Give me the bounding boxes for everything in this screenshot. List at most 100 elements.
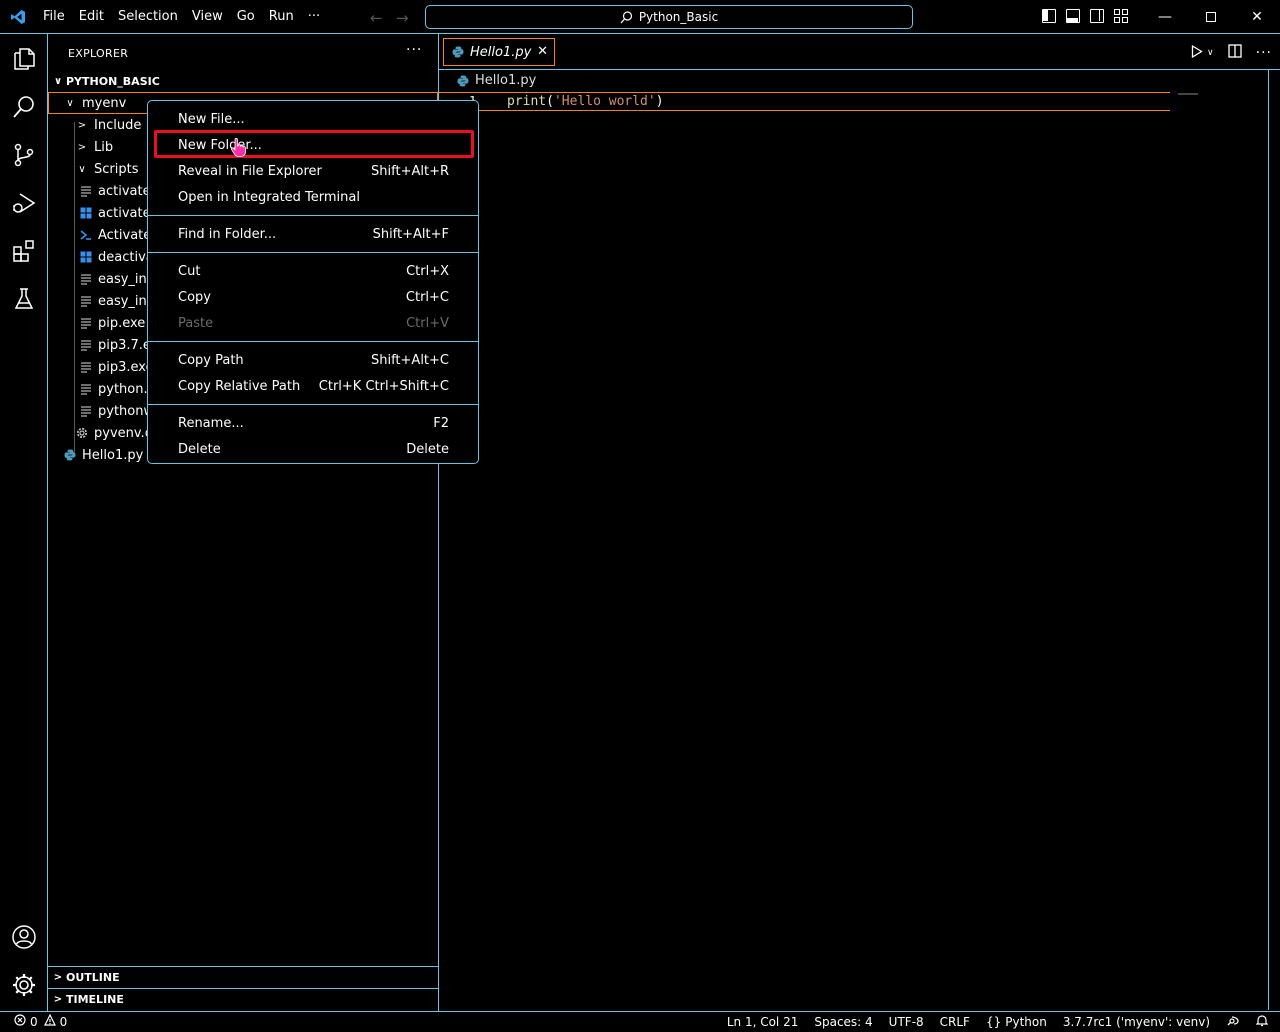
menu-item-copy-path[interactable]: Copy Path Shift+Alt+C xyxy=(148,347,478,373)
extensions-icon[interactable] xyxy=(11,238,37,264)
run-options-chevron-down-icon[interactable]: ∨ xyxy=(1207,48,1214,58)
menu-item-run[interactable]: Run xyxy=(262,0,301,34)
menu-item-label: Copy xyxy=(178,289,211,305)
cursor-position[interactable]: Ln 1, Col 21 xyxy=(727,1015,799,1029)
menu-bar: File Edit Selection View Go Run ··· xyxy=(36,0,327,34)
notifications-bell-icon[interactable] xyxy=(1255,1014,1269,1030)
menu-separator xyxy=(148,341,478,342)
indentation[interactable]: Spaces: 4 xyxy=(814,1015,872,1029)
windows-file-icon xyxy=(78,207,94,219)
menu-item-shortcut: F2 xyxy=(433,415,449,431)
chevron-right-icon: > xyxy=(77,119,87,131)
workspace-root[interactable]: ∨ PYTHON_BASIC xyxy=(48,70,438,92)
problems-indicator[interactable]: 0 0 xyxy=(14,1013,67,1029)
activity-bar xyxy=(0,34,48,1011)
editor-area: Hello1.py ✕ ∨ ··· Hello1.py 1 print('Hel… xyxy=(439,34,1280,1011)
menu-item-open-in-integrated-terminal[interactable]: Open in Integrated Terminal xyxy=(148,184,478,210)
menu-item-label: New File... xyxy=(178,111,245,127)
search-label: Python_Basic xyxy=(638,10,719,24)
manage-gear-icon[interactable] xyxy=(11,972,37,998)
menu-item-edit[interactable]: Edit xyxy=(72,0,111,34)
more-actions-icon[interactable]: ··· xyxy=(1256,45,1272,61)
source-control-icon[interactable] xyxy=(11,142,37,168)
chevron-right-icon: > xyxy=(77,141,87,153)
tree-item-label: pip3.exe xyxy=(98,359,154,375)
python-interpreter[interactable]: 3.7.7rc1 ('myenv': venv) xyxy=(1063,1015,1210,1029)
minimize-icon[interactable]: — xyxy=(1142,0,1188,34)
testing-icon[interactable] xyxy=(11,286,37,312)
file-icon xyxy=(78,339,94,351)
explorer-icon[interactable] xyxy=(11,46,37,72)
menu-item-view[interactable]: View xyxy=(185,0,230,34)
menu-item-reveal-in-file-explorer[interactable]: Reveal in File Explorer Shift+Alt+R xyxy=(148,158,478,184)
tree-item-label: activate xyxy=(98,183,151,199)
workspace-root-label: PYTHON_BASIC xyxy=(66,74,160,88)
menu-item-rename[interactable]: Rename... F2 xyxy=(148,410,478,436)
powershell-file-icon xyxy=(78,229,94,241)
menu-item-label: Rename... xyxy=(178,415,244,431)
customize-layout-icon[interactable] xyxy=(1114,9,1128,23)
windows-file-icon xyxy=(78,251,94,263)
file-icon xyxy=(78,361,94,373)
back-arrow-icon[interactable]: ← xyxy=(370,9,383,27)
search-activity-icon[interactable] xyxy=(11,94,37,120)
explorer-more-actions-icon[interactable]: ··· xyxy=(406,42,422,58)
maximize-icon[interactable] xyxy=(1188,0,1234,34)
editor-scrollbar[interactable] xyxy=(1268,70,1280,1010)
code-paren-open: ( xyxy=(546,94,554,109)
tab-label: Hello1.py xyxy=(470,44,532,60)
file-icon xyxy=(78,273,94,285)
toggle-primary-sidebar-icon[interactable] xyxy=(1042,9,1056,23)
command-center-search[interactable]: Python_Basic xyxy=(425,5,913,29)
menu-item-new-folder[interactable]: New Folder... xyxy=(148,132,478,158)
menu-item-shortcut: Ctrl+K Ctrl+Shift+C xyxy=(318,378,449,394)
menu-item-label: Copy Path xyxy=(178,352,244,368)
close-tab-icon[interactable]: ✕ xyxy=(537,44,548,59)
minimap[interactable] xyxy=(1178,93,1198,95)
menu-item-file[interactable]: File xyxy=(36,0,72,34)
code-function: print xyxy=(507,94,547,109)
menu-item-copy[interactable]: Copy Ctrl+C xyxy=(148,284,478,310)
split-editor-icon[interactable] xyxy=(1227,44,1242,62)
menu-item-delete[interactable]: Delete Delete xyxy=(148,436,478,462)
error-icon xyxy=(14,1014,26,1029)
menu-separator xyxy=(148,404,478,405)
menu-item-label: Cut xyxy=(178,263,201,279)
menu-item-copy-relative-path[interactable]: Copy Relative Path Ctrl+K Ctrl+Shift+C xyxy=(148,373,478,399)
menu-item-selection[interactable]: Selection xyxy=(111,0,185,34)
menu-item-new-file[interactable]: New File... xyxy=(148,106,478,132)
menu-item-label: Open in Integrated Terminal xyxy=(178,189,360,205)
toggle-panel-icon[interactable] xyxy=(1066,9,1080,23)
menu-item-shortcut: Ctrl+X xyxy=(406,263,449,279)
run-debug-icon[interactable] xyxy=(11,190,37,216)
feedback-icon[interactable] xyxy=(1226,1015,1240,1030)
python-file-icon xyxy=(452,46,464,58)
file-icon xyxy=(78,405,94,417)
toggle-secondary-sidebar-icon[interactable] xyxy=(1090,9,1104,23)
menu-item-more[interactable]: ··· xyxy=(301,0,327,34)
code-line-1[interactable]: 1 print('Hello world') xyxy=(439,92,1170,111)
menu-item-go[interactable]: Go xyxy=(230,0,262,34)
breadcrumb[interactable]: Hello1.py xyxy=(457,73,536,88)
editor-actions: ∨ ··· xyxy=(1191,44,1272,62)
tree-item-label: myenv xyxy=(82,95,127,111)
timeline-section[interactable]: > TIMELINE xyxy=(48,988,438,1010)
accounts-icon[interactable] xyxy=(11,924,37,950)
error-count: 0 xyxy=(30,1014,38,1029)
menu-item-shortcut: Shift+Alt+R xyxy=(371,163,449,179)
end-of-line[interactable]: CRLF xyxy=(940,1015,970,1029)
hand-pointer-cursor-icon xyxy=(231,138,246,157)
language-mode[interactable]: {} Python xyxy=(986,1015,1047,1029)
file-icon xyxy=(78,317,94,329)
run-python-file-icon[interactable] xyxy=(1191,44,1203,62)
forward-arrow-icon[interactable]: → xyxy=(396,9,409,27)
menu-item-find-in-folder[interactable]: Find in Folder... Shift+Alt+F xyxy=(148,221,478,247)
menu-item-cut[interactable]: Cut Ctrl+X xyxy=(148,258,478,284)
outline-section[interactable]: > OUTLINE xyxy=(48,966,438,988)
tab-hello1-py[interactable]: Hello1.py ✕ xyxy=(443,38,555,66)
window-controls: — ✕ xyxy=(1142,0,1280,34)
language-label: Python xyxy=(1005,1015,1047,1029)
encoding[interactable]: UTF-8 xyxy=(889,1015,924,1029)
close-icon[interactable]: ✕ xyxy=(1234,0,1280,34)
outline-label: OUTLINE xyxy=(66,971,120,984)
